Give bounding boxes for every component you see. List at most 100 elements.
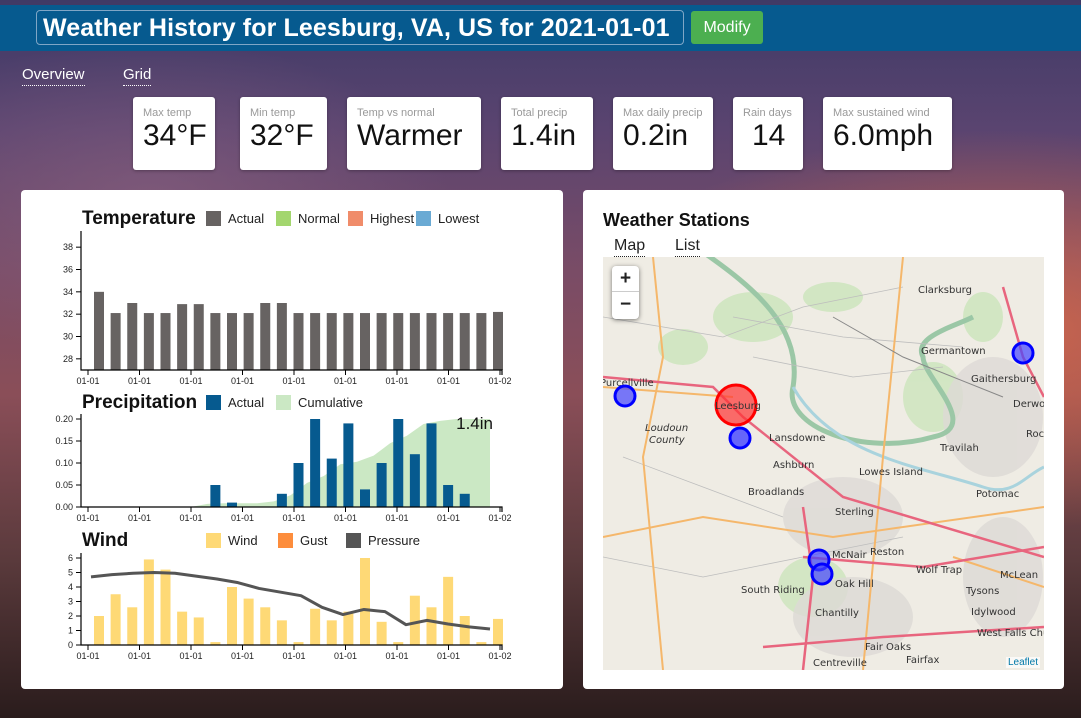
charts-svg: Temperature Actual Normal Highest Lowest 28… — [55, 208, 512, 661]
legend-label-actual: Actual — [228, 211, 264, 226]
x-tick-label: 01-01 — [128, 376, 151, 386]
bar — [393, 313, 404, 370]
bar — [409, 454, 420, 507]
bar — [376, 463, 387, 507]
legend-label-actual: Actual — [228, 395, 264, 410]
y-tick-label: 0.05 — [55, 480, 73, 490]
bar — [360, 489, 370, 507]
y-tick-label: 38 — [63, 242, 73, 252]
map-label: Broadlands — [748, 487, 804, 498]
station-marker[interactable] — [810, 562, 834, 586]
bar — [193, 304, 204, 370]
wind-title: Wind — [82, 530, 128, 551]
map-label: Potomac — [976, 489, 1019, 500]
station-map[interactable]: Clarksburg Germantown Gaithersburg Derwo… — [603, 257, 1044, 670]
bar — [177, 304, 188, 370]
stat-max-daily-precip: Max daily precip 0.2in — [613, 97, 713, 170]
temperature-title: Temperature — [82, 208, 196, 229]
x-tick-label: 01-01 — [128, 513, 151, 523]
legend-swatch-normal — [276, 211, 291, 226]
map-label: Reston — [870, 547, 904, 558]
map-label: Travilah — [939, 443, 979, 454]
precipitation-legend: Actual Cumulative — [206, 395, 363, 410]
wind-chart: 0 1 2 3 4 5 6 01-01 01-01 01-01 01-01 01-01 01-01 01-… — [68, 553, 512, 661]
x-tick-label: 01-01 — [231, 513, 254, 523]
bar — [343, 423, 354, 507]
x-tick-label: 01-01 — [282, 376, 305, 386]
bar — [459, 493, 470, 507]
bar — [326, 620, 337, 645]
y-tick-label: 0.15 — [55, 436, 73, 446]
precipitation-chart: 0.00 0.05 0.10 0.15 0.20 01-01 01-01 01-01 01-01… — [55, 414, 512, 523]
leaflet-attribution[interactable]: Leaflet — [1005, 657, 1040, 668]
x-tick-label: 01-01 — [231, 651, 254, 661]
tab-list[interactable]: List — [675, 237, 700, 257]
bar — [260, 607, 271, 645]
bar — [243, 313, 254, 370]
bar — [493, 618, 503, 645]
x-tick-label: 01-01 — [282, 513, 305, 523]
map-label: Wolf Trap — [916, 565, 962, 576]
legend-label-highest: Highest — [370, 211, 414, 226]
bar — [143, 313, 154, 370]
legend-label-pressure: Pressure — [368, 533, 420, 548]
y-tick-label: 0 — [68, 640, 73, 650]
stat-label: Max sustained wind — [833, 107, 930, 119]
map-label: Idylwood — [971, 607, 1016, 618]
y-tick-label: 6 — [68, 553, 73, 563]
map-label: McLean — [1000, 570, 1038, 581]
x-tick-label: 01-01 — [385, 513, 408, 523]
x-tick-label: 01-01 — [76, 376, 99, 386]
stat-value: 0.2in — [623, 119, 689, 152]
stat-label: Max daily precip — [623, 107, 703, 119]
bar — [443, 576, 454, 645]
legend-label-lowest: Lowest — [438, 211, 480, 226]
map-label: South Riding — [741, 585, 805, 596]
legend-swatch-lowest — [416, 211, 431, 226]
bar — [276, 303, 287, 370]
bar — [343, 611, 354, 645]
zoom-control: + − — [612, 266, 639, 319]
y-tick-label: 3 — [68, 597, 73, 607]
map-label: Tysons — [965, 586, 999, 597]
map-label: West Falls Church — [977, 628, 1044, 639]
station-marker[interactable] — [728, 426, 752, 450]
zoom-out-button[interactable]: − — [612, 292, 639, 318]
tab-map[interactable]: Map — [614, 237, 646, 257]
y-tick-label: 2 — [68, 611, 73, 621]
modify-button[interactable]: Modify — [691, 11, 763, 44]
bar — [227, 313, 237, 370]
x-tick-label: 01-02 — [488, 513, 511, 523]
map-label: Rockville — [1026, 429, 1044, 440]
stat-value: 6.0mph — [833, 119, 934, 152]
y-tick-label: 34 — [63, 287, 73, 297]
bar — [493, 311, 503, 370]
legend-label-normal: Normal — [298, 211, 340, 226]
bar — [376, 313, 387, 370]
map-tiles[interactable]: Clarksburg Germantown Gaithersburg Derwo… — [603, 257, 1044, 670]
bar — [426, 423, 437, 507]
x-tick-label: 01-02 — [488, 376, 511, 386]
map-label: Loudoun — [645, 423, 688, 434]
station-marker[interactable] — [613, 384, 637, 408]
legend-swatch-actual — [206, 211, 221, 226]
x-tick-label: 01-01 — [179, 651, 202, 661]
bar — [343, 313, 354, 370]
x-tick-label: 01-01 — [76, 651, 99, 661]
bar — [177, 611, 188, 645]
bar — [326, 458, 337, 507]
x-tick-label: 01-01 — [231, 376, 254, 386]
bar — [227, 502, 237, 507]
bar — [459, 616, 470, 645]
x-tick-label: 01-01 — [437, 376, 460, 386]
x-tick-label: 01-01 — [282, 651, 305, 661]
precip-total-annotation: 1.4in — [456, 414, 493, 433]
bar — [376, 621, 387, 645]
zoom-in-button[interactable]: + — [612, 266, 639, 292]
y-tick-label: 1 — [68, 626, 73, 636]
bar — [310, 419, 321, 507]
x-tick-label: 01-01 — [128, 651, 151, 661]
bar — [326, 313, 337, 370]
station-marker[interactable] — [1011, 341, 1035, 365]
bar — [310, 608, 321, 645]
